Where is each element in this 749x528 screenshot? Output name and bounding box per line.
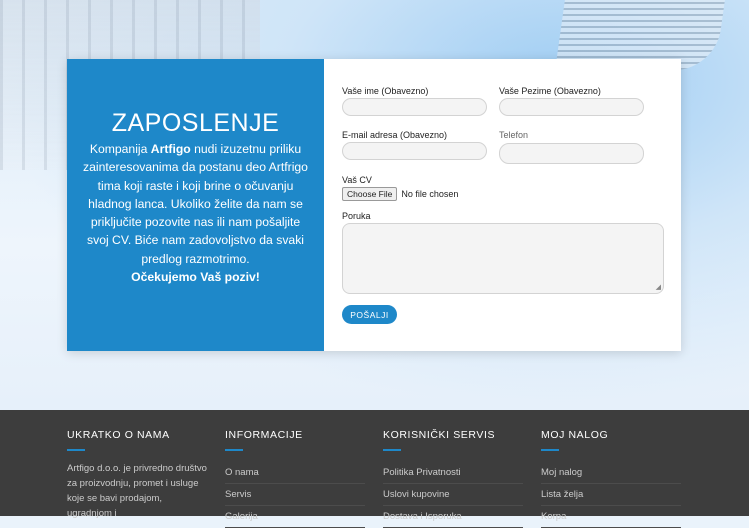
- phone-input[interactable]: [499, 143, 644, 164]
- last-name-input[interactable]: [499, 98, 644, 116]
- footer-col-about: UKRATKO O NAMA Artfigo d.o.o. je privred…: [67, 429, 217, 521]
- application-card: ZAPOSLENJE Kompanija Artfigo nudi izuzet…: [67, 59, 681, 351]
- first-name-label: Vaše ime (Obavezno): [342, 86, 429, 96]
- page-title: ZAPOSLENJE: [111, 109, 280, 137]
- footer-link-service[interactable]: Servis: [225, 484, 365, 506]
- footer-link-terms[interactable]: Uslovi kupovine: [383, 484, 523, 506]
- last-name-label: Vaše Pezime (Obavezno): [499, 86, 601, 96]
- footer-col-account: MOJ NALOG Moj nalog Lista želja Korpa: [541, 429, 691, 528]
- footer-col-info: INFORMACIJE O nama Servis Galerija: [225, 429, 375, 528]
- title-underline: [67, 449, 85, 451]
- first-name-input[interactable]: [342, 98, 487, 116]
- footer-link-wishlist[interactable]: Lista želja: [541, 484, 681, 506]
- hero-section: ZAPOSLENJE Kompanija Artfigo nudi izuzet…: [0, 0, 749, 410]
- footer-col-customer-service: KORISNIČKI SERVIS Politika Privatnosti U…: [383, 429, 533, 528]
- phone-label: Telefon: [499, 130, 529, 140]
- footer-link-delivery[interactable]: Dostava i Isporuka: [383, 506, 523, 528]
- intro-brand: Artfigo: [150, 142, 191, 156]
- footer-link-cart[interactable]: Korpa: [541, 506, 681, 528]
- cv-file-picker: Choose File No file chosen: [342, 187, 458, 201]
- title-underline: [541, 449, 559, 451]
- intro-closing: Očekujemo Vaš poziv!: [131, 270, 260, 285]
- resize-grip-icon[interactable]: ◢: [656, 283, 661, 291]
- title-underline: [225, 449, 243, 451]
- application-form: Vaše ime (Obavezno) Vaše Pezime (Obavezn…: [342, 59, 672, 351]
- footer-col-title: INFORMACIJE: [225, 429, 303, 441]
- file-status: No file chosen: [401, 189, 459, 199]
- intro-text-part2: nudi izuzetnu priliku zainteresovanima d…: [83, 142, 308, 266]
- choose-file-button[interactable]: Choose File: [342, 187, 398, 201]
- intro-panel: ZAPOSLENJE Kompanija Artfigo nudi izuzet…: [67, 59, 324, 351]
- email-label: E-mail adresa (Obavezno): [342, 130, 448, 140]
- about-text: Artfigo d.o.o. je privredno društvo za p…: [67, 463, 207, 519]
- message-textarea[interactable]: ◢: [342, 223, 664, 294]
- footer-link-my-account[interactable]: Moj nalog: [541, 462, 681, 484]
- intro-text: Kompanija Artfigo nudi izuzetnu priliku …: [81, 140, 310, 286]
- title-underline: [383, 449, 401, 451]
- footer-col-title: KORISNIČKI SERVIS: [383, 429, 496, 441]
- intro-text-part1: Kompanija: [89, 142, 151, 156]
- footer-col-title: MOJ NALOG: [541, 429, 609, 441]
- cv-label: Vaš CV: [342, 175, 372, 185]
- message-label: Poruka: [342, 211, 371, 221]
- footer-col-title: UKRATKO O NAMA: [67, 429, 170, 441]
- footer-link-privacy[interactable]: Politika Privatnosti: [383, 462, 523, 484]
- footer-link-about[interactable]: O nama: [225, 462, 365, 484]
- send-button[interactable]: POŠALJI: [342, 305, 397, 324]
- footer-link-gallery[interactable]: Galerija: [225, 506, 365, 528]
- site-footer: UKRATKO O NAMA Artfigo d.o.o. je privred…: [0, 410, 749, 528]
- email-input[interactable]: [342, 142, 487, 160]
